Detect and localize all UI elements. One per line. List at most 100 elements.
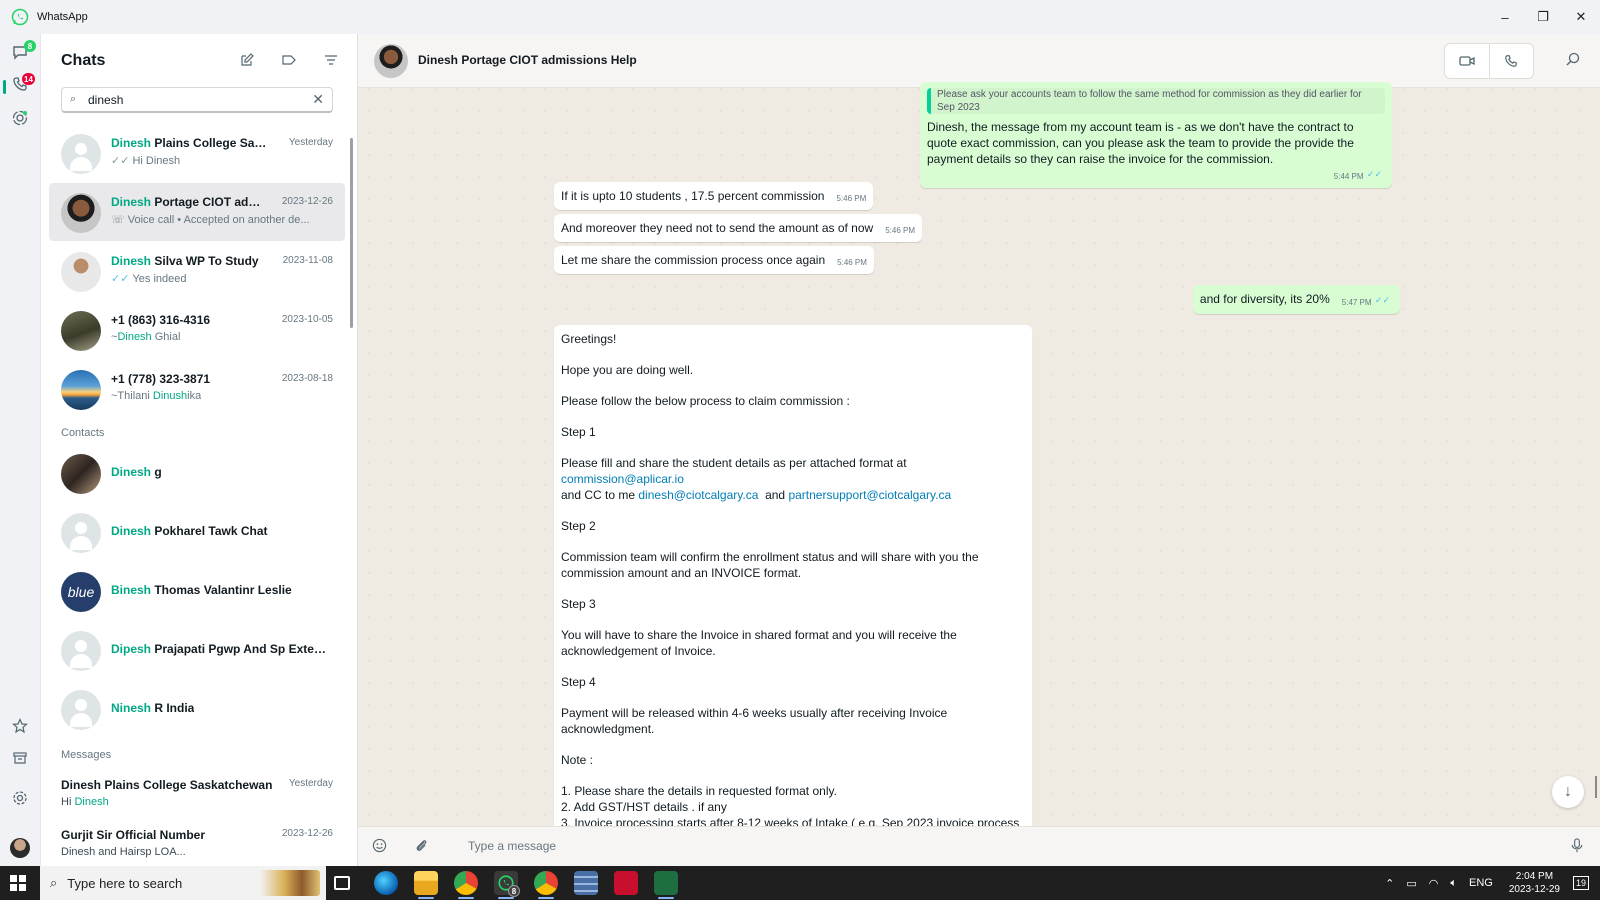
start-button[interactable] (10, 875, 26, 891)
chat-list-item[interactable]: +1 (778) 323-3871 2023-08-18 ~Thilani Dinu… (49, 360, 345, 418)
running-indicator (418, 897, 434, 899)
avatar: blue (61, 572, 101, 612)
volume-icon[interactable]: 🔈︎ (1450, 877, 1457, 890)
message-bubble-out[interactable]: Please ask your accounts team to follow … (920, 82, 1392, 188)
running-indicator (458, 897, 474, 899)
chat-list-scrollbar[interactable] (350, 138, 353, 328)
contacts-section-label: Contacts (61, 427, 105, 439)
clear-search-icon[interactable]: ✕ (312, 91, 324, 108)
contact-avatar[interactable] (374, 44, 408, 78)
new-chat-button[interactable] (237, 50, 257, 70)
calculator-icon[interactable] (574, 871, 598, 895)
chrome-profile-icon[interactable] (534, 871, 558, 895)
excel-icon[interactable] (654, 871, 678, 895)
message-bubble-in[interactable]: If it is upto 10 students , 17.5 percent… (554, 182, 874, 210)
chat-list-item[interactable]: Dinesh Portage CIOT admis... 2023-12-26 ☏ V… (49, 183, 345, 241)
file-explorer-icon[interactable] (414, 871, 438, 895)
avatar (61, 370, 101, 410)
taskbar-search-input[interactable]: Type here to search (67, 876, 182, 891)
starred-nav-button[interactable] (8, 714, 32, 738)
close-button[interactable]: ✕ (1562, 0, 1600, 34)
message-search-result[interactable]: Gurjit Sir Official Number 2023-12-26 Dine… (49, 824, 345, 866)
email-link[interactable]: commission@aplicar.io (561, 472, 684, 486)
quoted-message[interactable]: Please ask your accounts team to follow … (927, 88, 1385, 114)
message-bubble-in[interactable]: And moreover they need not to send the a… (554, 214, 922, 242)
filter-button[interactable] (321, 50, 341, 70)
starred-icon (12, 718, 28, 734)
active-indicator (3, 80, 6, 94)
edge-browser-icon[interactable] (374, 871, 398, 895)
voice-call-button[interactable] (1490, 44, 1534, 78)
clock-time: 2:04 PM (1515, 871, 1554, 882)
message-bubble-out[interactable]: and for diversity, its 20% 5:47 PM ✓✓ (1192, 285, 1400, 314)
long-message-bubble[interactable]: Greetings! Hope you are doing well. Plea… (554, 325, 1032, 851)
result-snippet: Hi Dinesh (61, 796, 109, 808)
wifi-icon[interactable]: ◠ (1429, 877, 1439, 890)
chat-list-item[interactable]: Dinesh Plains College Saskatc... Yesterda… (49, 124, 345, 182)
message-bubble-in[interactable]: Let me share the commission process once… (554, 246, 874, 274)
chat-name: Dinesh Silva WP To Study (111, 254, 259, 268)
search-box[interactable]: ⌕ dinesh ✕ (61, 87, 333, 113)
status-nav-button[interactable] (8, 106, 32, 130)
avatar (61, 193, 101, 233)
notification-center-button[interactable]: 19 (1570, 872, 1592, 894)
clock[interactable]: 2:04 PM 2023-12-29 (1509, 870, 1560, 896)
chat-date: 2023-10-05 (281, 314, 333, 325)
message-time: 5:46 PM (885, 226, 915, 235)
contact-list-item[interactable]: Ninesh R India (49, 680, 345, 738)
meet-now-icon[interactable]: ▭ (1406, 877, 1416, 890)
chat-list-item[interactable]: +1 (863) 316-4316 2023-10-05 ~Dinesh Ghial (49, 301, 345, 359)
email-link[interactable]: dinesh@ciotcalgary.ca (638, 488, 758, 502)
avatar (61, 513, 101, 553)
system-tray: ⌃ ▭ ◠ 🔈︎ ENG 2:04 PM 2023-12-29 19 (1379, 866, 1600, 900)
chevron-up-icon[interactable]: ⌃ (1385, 877, 1394, 890)
message-composer: Type a message (358, 826, 1600, 866)
message-text: And moreover they need not to send the a… (561, 221, 874, 235)
chrome-icon[interactable] (454, 871, 478, 895)
arrow-down-icon: ↓ (1564, 783, 1572, 800)
restore-button[interactable]: ❐ (1524, 0, 1562, 34)
settings-icon (13, 791, 27, 805)
scroll-to-bottom-button[interactable]: ↓ (1552, 776, 1584, 808)
contact-name: Binesh Thomas Valantinr Leslie (111, 583, 292, 597)
chat-preview: ☏ Voice call • Accepted on another de... (111, 214, 310, 226)
message-time: 5:44 PM (1333, 172, 1364, 181)
labels-button[interactable] (279, 50, 299, 70)
avatar (61, 134, 101, 174)
status-ticks-icon: ☏ (111, 214, 125, 226)
minimize-button[interactable]: – (1486, 0, 1524, 34)
search-input[interactable]: dinesh (88, 93, 312, 107)
chat-list-item[interactable]: Dinesh Silva WP To Study 2023-11-08 ✓✓ Yes … (49, 242, 345, 300)
step-text: You will have to share the Invoice in sh… (561, 628, 957, 658)
contact-list-item[interactable]: Dinesh Pokharel Tawk Chat (49, 503, 345, 561)
message-input[interactable]: Type a message (468, 839, 556, 853)
archive-nav-button[interactable] (8, 746, 32, 770)
message-search-result[interactable]: Dinesh Plains College Saskatchewan Yester… (49, 774, 345, 818)
task-view-icon[interactable] (334, 876, 350, 890)
acrobat-icon[interactable] (614, 871, 638, 895)
contact-name[interactable]: Dinesh Portage CIOT admissions Help (418, 53, 637, 67)
contact-list-item[interactable]: Dipesh Prajapati Pgwp And Sp Extension (49, 621, 345, 679)
conversation-scrollbar[interactable] (1595, 776, 1597, 798)
running-indicator (658, 897, 674, 899)
status-ticks-icon: ✓✓ (111, 273, 130, 285)
email-link[interactable]: partnersupport@ciotcalgary.ca (788, 488, 951, 502)
contact-list-item[interactable]: blue Binesh Thomas Valantinr Leslie (49, 562, 345, 620)
profile-avatar[interactable] (10, 838, 30, 858)
taskbar-search[interactable]: ⌕ Type here to search (40, 866, 326, 900)
settings-nav-button[interactable] (8, 786, 32, 810)
contact-list-item[interactable]: Dinesh g (49, 444, 345, 502)
message-line: Greetings! (561, 332, 617, 346)
nav-rail: 8 14 (0, 34, 40, 866)
emoji-button[interactable] (372, 838, 387, 856)
status-icon (12, 110, 28, 126)
attach-button[interactable] (414, 838, 429, 856)
result-chat-name: Dinesh Plains College Saskatchewan (61, 778, 273, 792)
video-call-button[interactable] (1445, 44, 1490, 78)
avatar (61, 252, 101, 292)
chat-name: Dinesh Plains College Saskatc... (111, 136, 271, 150)
language-indicator[interactable]: ENG (1469, 877, 1493, 889)
voice-message-button[interactable] (1570, 838, 1584, 856)
search-chat-button[interactable] (1566, 52, 1580, 69)
message-time: 5:47 PM (1341, 298, 1372, 307)
